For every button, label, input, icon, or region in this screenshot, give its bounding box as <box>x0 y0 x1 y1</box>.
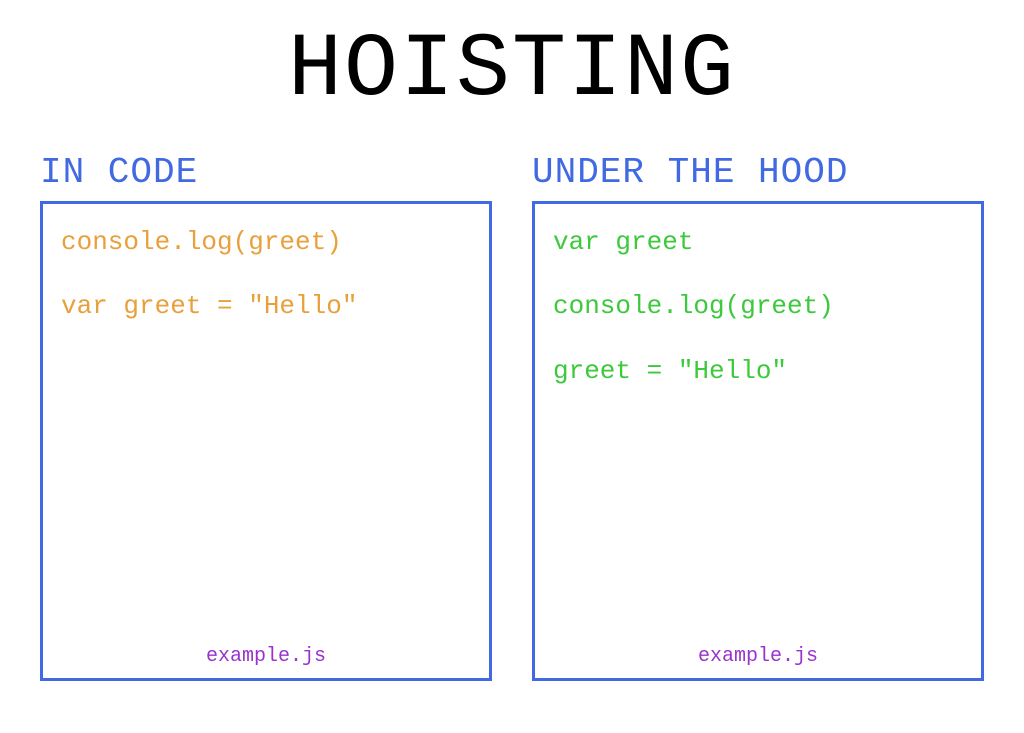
right-column-header: UNDER THE HOOD <box>532 152 984 193</box>
page-title: HOISTING <box>40 20 984 122</box>
left-code-box: console.log(greet) var greet = "Hello" e… <box>40 201 492 681</box>
code-line: var greet <box>553 224 963 260</box>
left-column: IN CODE console.log(greet) var greet = "… <box>40 152 492 681</box>
right-filename: example.js <box>535 645 981 668</box>
left-column-header: IN CODE <box>40 152 492 193</box>
right-column: UNDER THE HOOD var greet console.log(gre… <box>532 152 984 681</box>
code-line: console.log(greet) <box>61 224 471 260</box>
code-line: console.log(greet) <box>553 288 963 324</box>
right-code-box: var greet console.log(greet) greet = "He… <box>532 201 984 681</box>
code-line: greet = "Hello" <box>553 353 963 389</box>
code-line: var greet = "Hello" <box>61 288 471 324</box>
columns-container: IN CODE console.log(greet) var greet = "… <box>40 152 984 681</box>
left-filename: example.js <box>43 645 489 668</box>
